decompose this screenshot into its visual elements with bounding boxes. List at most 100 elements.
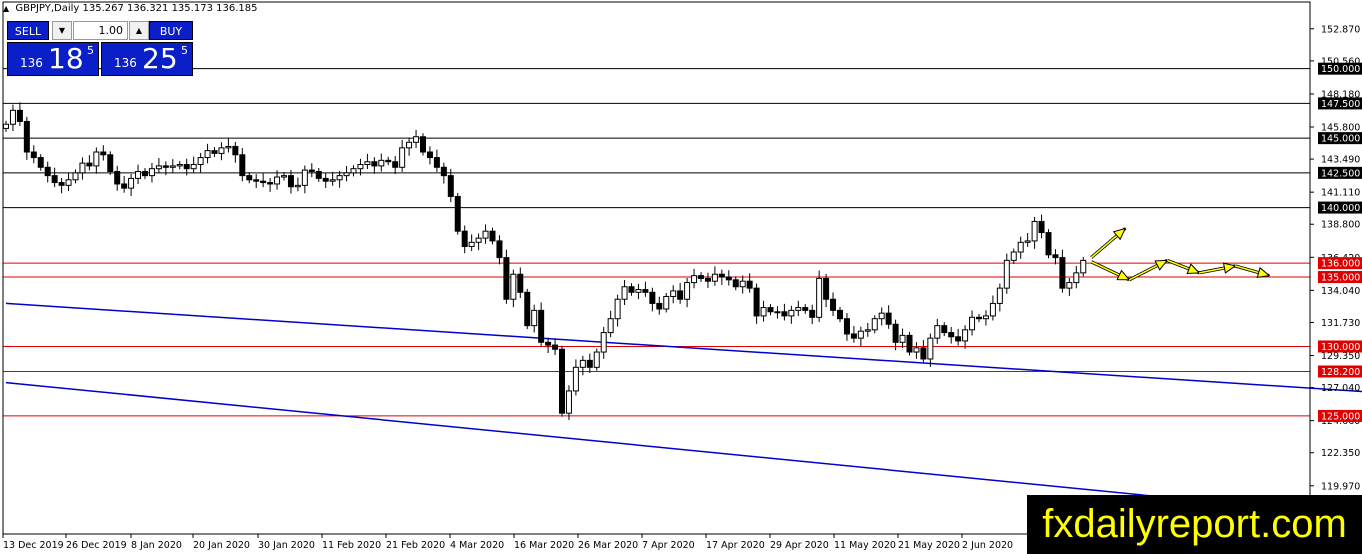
level-label: 140.000 [1321,203,1360,214]
sell-button[interactable]: SELL [7,21,49,40]
time-tick-label: 4 Mar 2020 [450,540,504,551]
candle-body [183,164,190,170]
candle-body [378,159,385,167]
candle-body [315,170,322,179]
lot-decrease-icon[interactable]: ▼ [52,21,72,40]
candle-body [816,277,823,318]
candle-body [788,309,795,317]
candle-body [559,348,565,414]
candle-body [1038,220,1045,234]
candle-body [364,161,371,166]
collapse-triangle-icon[interactable]: ▲ [3,4,9,13]
time-tick-label: 16 Mar 2020 [514,540,574,551]
candle-body [899,334,906,343]
time-tick-label: 26 Dec 2019 [66,540,127,551]
price-chart[interactable]: 152.870150.560148.180145.800143.490141.1… [0,0,1362,554]
lot-increase-icon[interactable]: ▲ [129,21,149,40]
candle-body [878,312,885,320]
candle-body [65,179,72,186]
time-tick-label: 21 May 2020 [898,540,960,551]
candle-body [1045,232,1052,256]
candle-body [753,287,760,317]
candle-body [718,273,725,278]
candle-body [704,277,711,282]
plot-frame [2,1,1311,535]
level-label: 130.000 [1321,342,1360,353]
candle-body [823,277,830,300]
candle-body [197,157,204,166]
candle-body [107,154,114,172]
price-tick-label: 127.040 [1321,383,1360,394]
candle-body [572,366,579,392]
candle-body [322,177,329,182]
candle-body [58,182,65,186]
time-tick-label: 21 Feb 2020 [386,540,445,551]
price-tick-label: 119.970 [1321,481,1360,492]
candle-body [204,150,211,159]
buy-price-pips: 25 [142,42,178,75]
price-tick-label: 152.870 [1321,24,1360,35]
candle-body [406,141,413,149]
candle-body [774,311,781,314]
price-tick-label: 134.040 [1321,286,1360,297]
candle-body [621,286,628,300]
candle-body [941,325,948,334]
forecast-arrow-head [1154,259,1169,271]
lot-size-input[interactable]: 1.00 [73,21,128,40]
candle-body [1017,241,1024,253]
candle-body [656,302,663,310]
candle-body [399,147,406,168]
time-tick-label: 11 May 2020 [834,540,896,551]
candle-body [128,177,135,189]
candle-body [698,275,704,279]
candle-body [628,286,635,293]
candle-body [218,147,225,154]
candle-body [1073,272,1080,284]
candle-body [649,291,656,304]
time-tick-label: 20 Jan 2020 [193,540,250,551]
price-tick-label: 143.490 [1321,155,1360,166]
candle-body [677,290,684,300]
candle-body [142,170,148,177]
candle-body [809,309,816,318]
buy-button[interactable]: BUY [149,21,193,40]
candle-body [475,237,482,243]
candle-body [607,318,614,334]
candle-body [121,183,128,189]
sell-price-box[interactable]: 136 18 5 [7,42,99,76]
candle-body [642,289,649,293]
candle-body [614,298,621,320]
candle-body [155,165,162,170]
candle-body [955,336,962,342]
sell-price-fraction: 5 [87,44,94,57]
candle-body [913,347,920,353]
candle-body [440,166,447,177]
candle-body [44,166,51,177]
candle-body [260,180,267,184]
candle-body [691,275,698,284]
buy-price-handle: 136 [114,56,137,70]
candle-body [246,175,253,181]
time-tick-label: 17 Apr 2020 [706,540,765,551]
candle-body [225,145,232,149]
candle-body [830,298,837,311]
candle-body [37,157,44,168]
time-tick-label: 29 Apr 2020 [770,540,829,551]
candle-body [1066,282,1073,289]
candle-body [162,165,169,168]
candle-body [552,344,559,350]
candle-body [489,230,496,242]
level-label: 125.000 [1321,411,1360,422]
candle-body [586,359,593,368]
candle-body [579,359,586,368]
candle-body [725,276,732,281]
candle-body [711,273,718,282]
buy-price-box[interactable]: 136 25 5 [101,42,193,76]
candle-body [982,315,989,320]
candle-body [837,309,843,320]
candles [3,102,1087,420]
candle-body [371,161,378,167]
candle-body [948,332,955,338]
candle-body [510,273,517,300]
candle-body [524,291,531,327]
